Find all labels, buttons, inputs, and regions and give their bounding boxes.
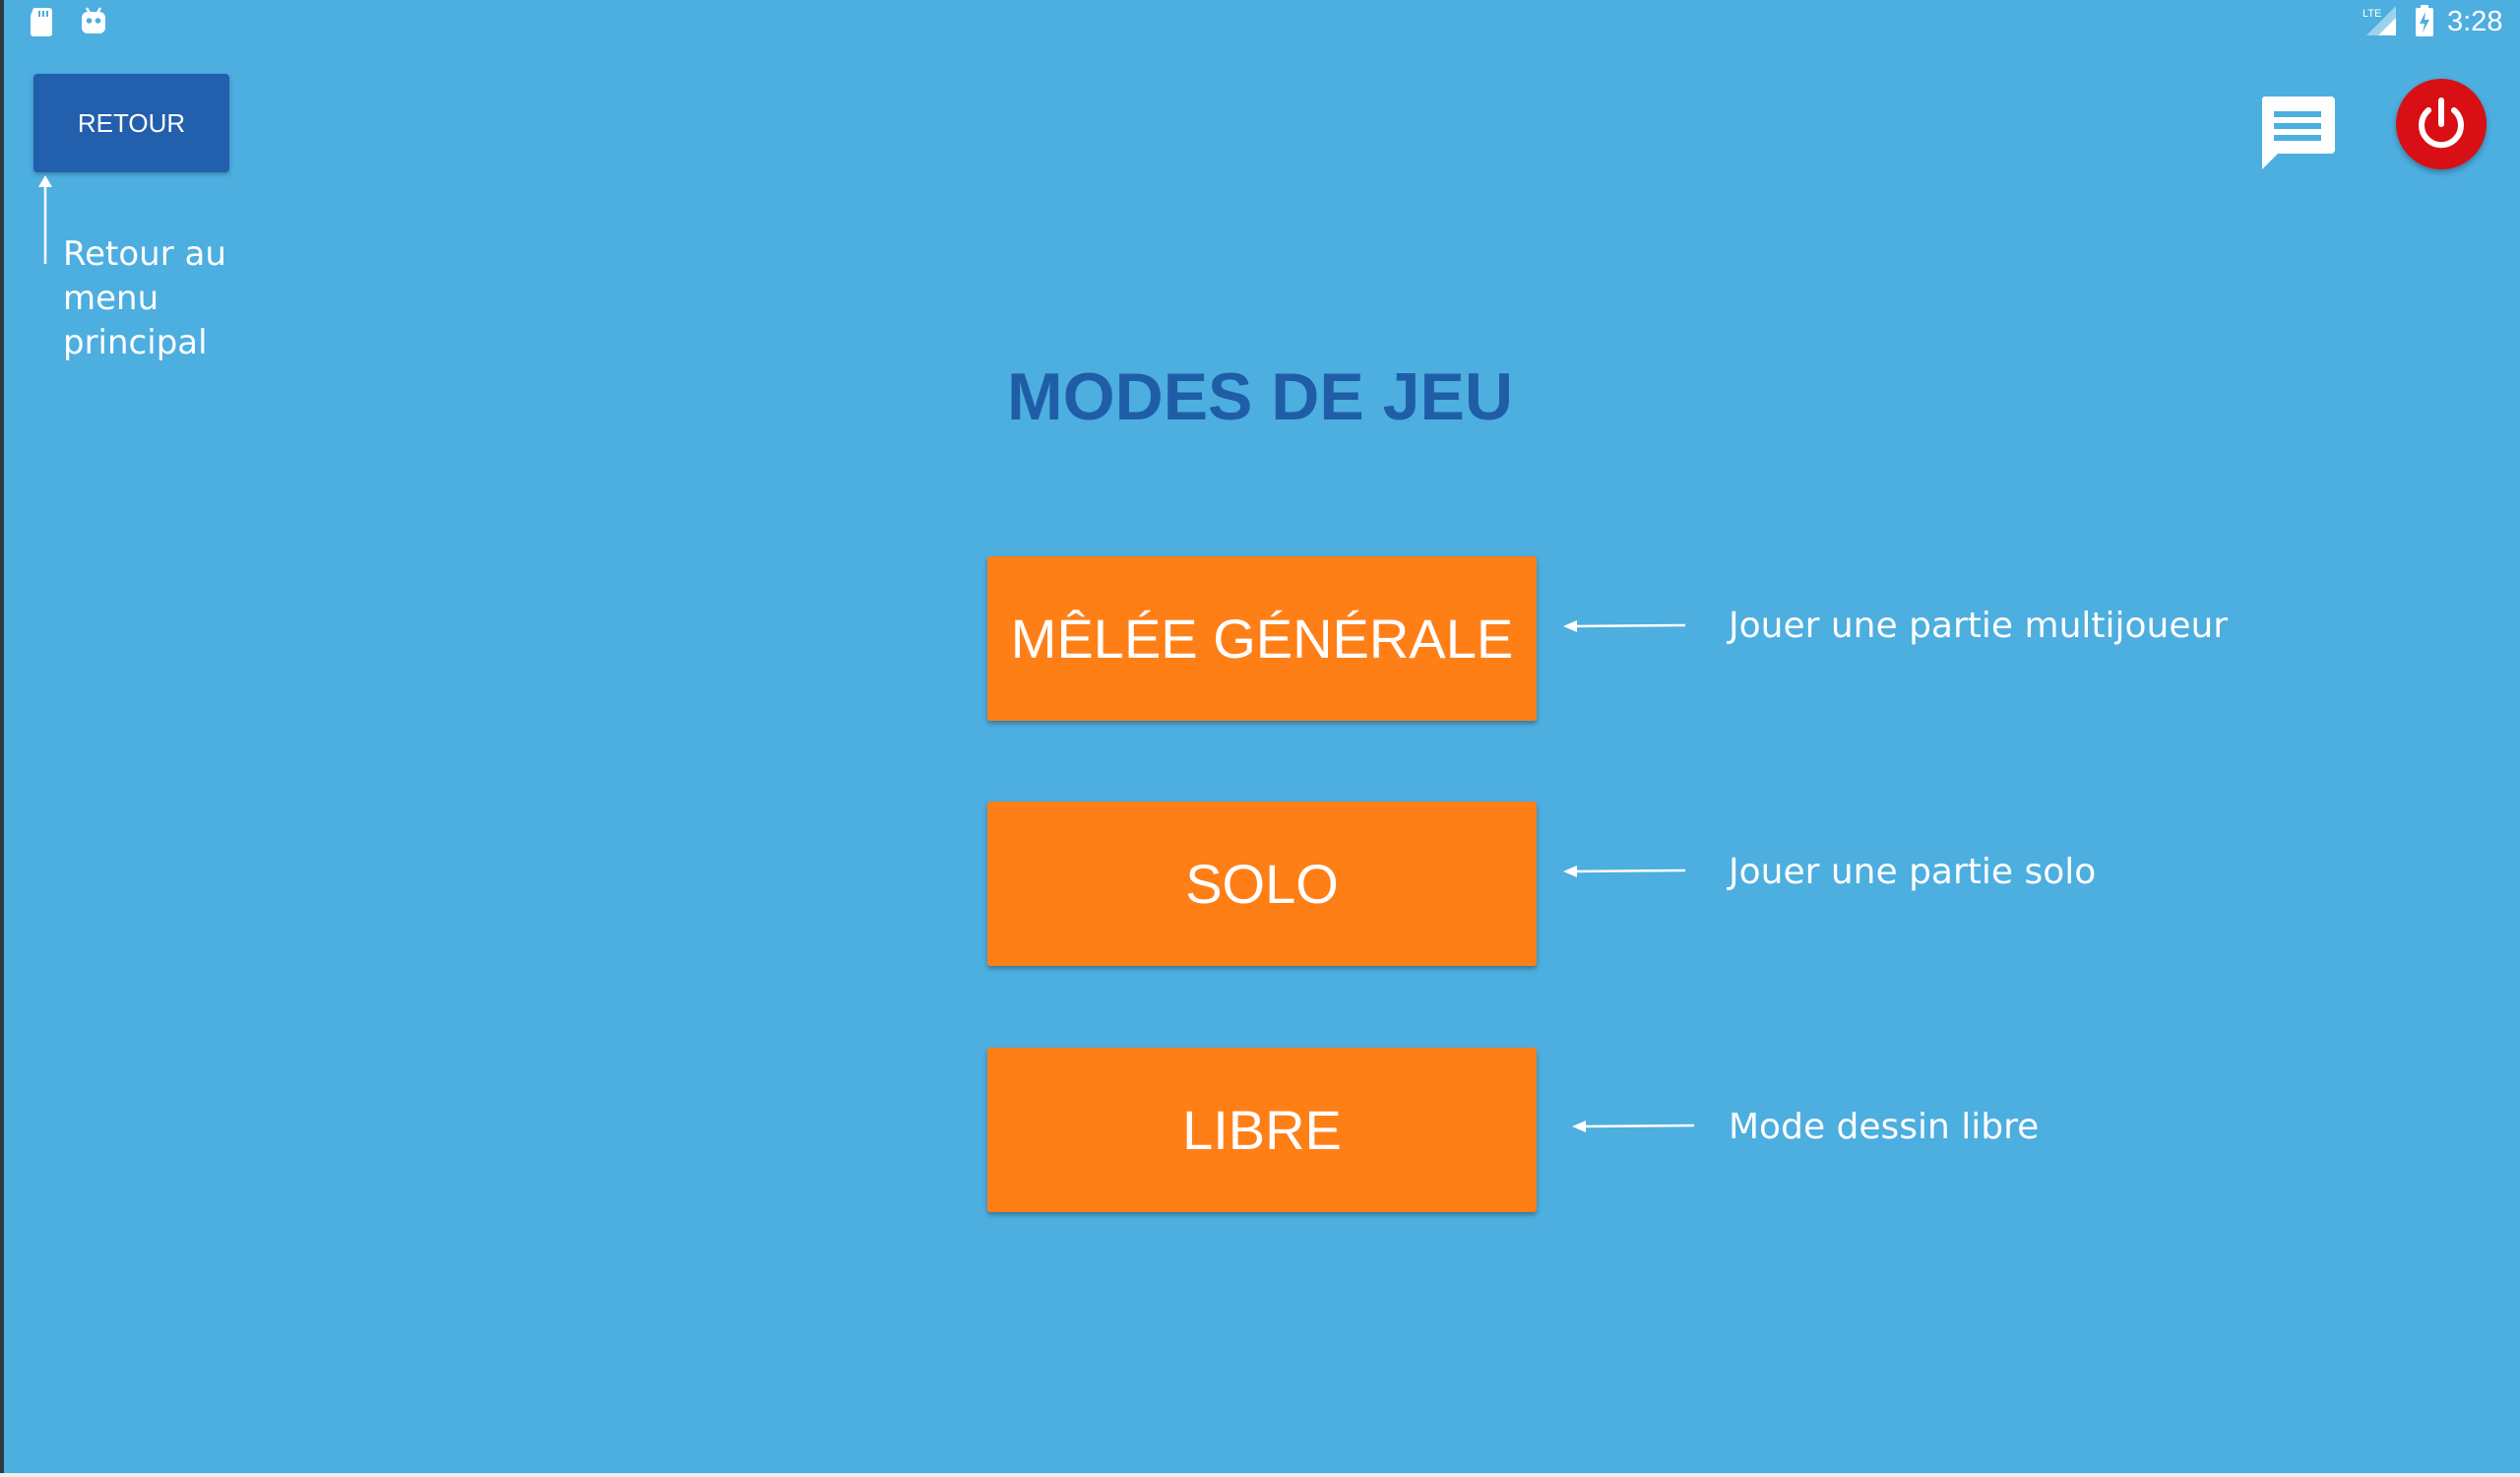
back-button[interactable]: RETOUR [33,74,229,172]
libre-annotation-arrow [1572,1121,1695,1132]
battery-charging-icon [2416,5,2433,36]
lte-signal-icon: LTE [2362,6,2396,35]
window-bottom-edge [0,1473,2520,1477]
status-time: 3:28 [2447,6,2503,37]
sd-card-icon [31,8,52,36]
back-annotation-text: Retour au menu principal [63,234,226,362]
libre-button[interactable]: LIBRE [987,1048,1537,1212]
window-left-edge [0,0,4,1477]
power-button[interactable] [2396,79,2487,169]
solo-annotation-arrow [1563,866,1686,877]
page-title: MODES DE JEU [1007,359,1513,434]
melee-generale-button[interactable]: MÊLÉE GÉNÉRALE [987,556,1537,721]
chat-icon[interactable] [2258,95,2337,171]
power-icon [2419,97,2464,149]
solo-annotation-text: Jouer une partie solo [1729,852,2097,892]
melee-annotation-text: Jouer une partie multijoueur [1729,606,2229,646]
svg-text:LTE: LTE [2362,8,2381,20]
solo-button[interactable]: SOLO [987,802,1537,966]
back-annotation-arrow [38,175,52,264]
libre-annotation-text: Mode dessin libre [1729,1107,2040,1147]
android-icon [82,7,105,33]
melee-annotation-arrow [1563,620,1686,632]
